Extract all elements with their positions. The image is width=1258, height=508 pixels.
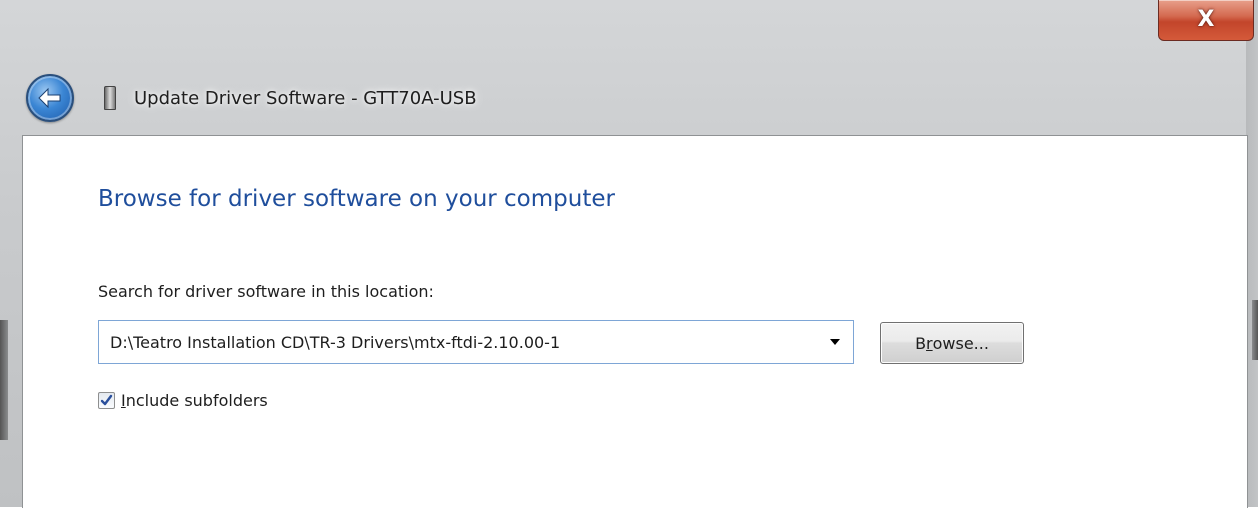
location-input[interactable]: D:\Teatro Installation CD\TR-3 Drivers\m… [99,333,817,352]
location-combobox[interactable]: D:\Teatro Installation CD\TR-3 Drivers\m… [98,320,854,364]
browse-label-accel: r [926,333,933,353]
page-heading: Browse for driver software on your compu… [98,186,615,212]
browse-button[interactable]: Br owse... [880,322,1024,364]
location-label: Search for driver software in this locat… [98,282,434,301]
dropdown-arrow-button[interactable] [817,321,853,363]
include-subfolders-row[interactable]: Include subfolders [98,391,268,410]
chevron-down-icon [830,339,840,345]
background-window-edge-left [0,320,8,440]
close-button[interactable]: X [1158,0,1254,41]
include-subfolders-text: nclude subfolders [125,391,268,410]
include-subfolders-label: Include subfolders [121,391,268,410]
background-window-edge-right [1252,300,1258,360]
browse-label-suffix: owse... [932,333,989,353]
window-title: Update Driver Software - GTT70A-USB [134,87,477,109]
back-button[interactable] [26,74,74,122]
back-arrow-icon [38,87,61,109]
close-icon: X [1197,7,1215,32]
title-bar: Update Driver Software - GTT70A-USB [104,84,477,112]
browse-label-prefix: B [915,333,927,353]
usb-device-icon [104,86,116,110]
include-subfolders-checkbox[interactable] [98,392,115,409]
wizard-content: Browse for driver software on your compu… [22,135,1248,508]
checkmark-icon [100,394,113,406]
